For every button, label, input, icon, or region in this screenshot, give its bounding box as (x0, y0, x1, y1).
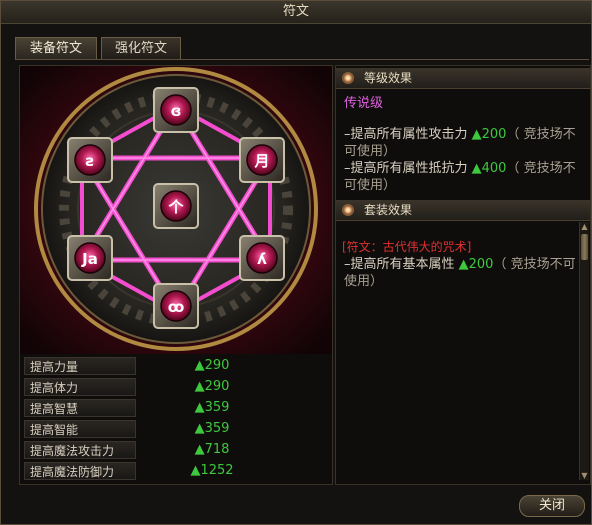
effect-scrollbar[interactable]: ▲ ▼ (579, 222, 589, 480)
rune-panel: ɞ ƨ 月 个 Ja ʎ ꝏ 提高力量 ▲290 提高体力 ▲290 提高智慧 … (19, 65, 333, 485)
level-effect-header: 等级效果 (336, 68, 590, 89)
grade-label: 传说级 (344, 96, 384, 111)
stat-row: 提高力量 ▲290 (22, 356, 330, 377)
rune-slot-top[interactable]: ɞ (153, 87, 199, 133)
orb-icon (342, 204, 354, 216)
rune-window: 符文 装备符文 强化符文 ɞ ƨ 月 个 Ja ʎ ꝏ 提高力量 ▲290 提高… (0, 0, 592, 525)
stat-value: ▲718 (194, 442, 230, 457)
rune-slot-bottom[interactable]: ꝏ (153, 283, 199, 329)
stat-value: ▲290 (194, 379, 230, 394)
rune-slot-lower-right[interactable]: ʎ (239, 235, 285, 281)
tab-enhance-rune[interactable]: 强化符文 (101, 37, 181, 59)
stat-label: 提高智慧 (24, 399, 136, 417)
tab-divider (15, 59, 589, 60)
stat-value: ▲290 (194, 358, 230, 373)
window-title: 符文 (1, 1, 591, 24)
effect-text: –提高所有属性抵抗力 (344, 161, 472, 176)
effect-panel: 等级效果 传说级 –提高所有属性攻击力 ▲200（ 竞技场不可使用） –提高所有… (335, 65, 591, 485)
effect-text: –提高所有基本属性 (344, 257, 459, 272)
close-button[interactable]: 关闭 (519, 495, 585, 517)
stat-label: 提高魔法防御力 (24, 462, 136, 480)
stat-label: 提高体力 (24, 378, 136, 396)
stat-row: 提高体力 ▲290 (22, 377, 330, 398)
rune-glyph-bottom: ꝏ (168, 298, 185, 316)
stat-label: 提高魔法攻击力 (24, 441, 136, 459)
level-effect-line: –提高所有属性抵抗力 ▲400（ 竞技场不可使用） (344, 160, 579, 194)
set-effect-header: 套装效果 (336, 200, 590, 221)
stat-label: 提高智能 (24, 420, 136, 438)
rune-glyph-lower-right: ʎ (257, 250, 267, 268)
set-name: [符文：古代伟大的咒术] (342, 240, 472, 254)
stat-value: ▲359 (194, 421, 230, 436)
effect-text: –提高所有属性攻击力 (344, 127, 472, 142)
rune-glyph-center: 个 (167, 198, 184, 216)
scroll-thumb[interactable] (581, 234, 588, 260)
stat-row: 提高魔法攻击力 ▲718 (22, 440, 330, 461)
tab-equip-rune[interactable]: 装备符文 (15, 37, 97, 59)
stat-row: 提高魔法防御力 ▲1252 (22, 461, 330, 482)
scroll-up-icon[interactable]: ▲ (580, 222, 589, 231)
set-effect-title: 套装效果 (364, 203, 413, 217)
rune-glyph-lower-left: Ja (81, 250, 98, 268)
effect-value: ▲200 (458, 257, 494, 272)
stat-value: ▲359 (194, 400, 230, 415)
scroll-down-icon[interactable]: ▼ (580, 471, 589, 480)
rune-glyph-upper-left: ƨ (86, 152, 95, 170)
rune-glyph-top: ɞ (171, 102, 182, 120)
stat-row: 提高智能 ▲359 (22, 419, 330, 440)
level-effect-title: 等级效果 (364, 71, 413, 85)
stat-label: 提高力量 (24, 357, 136, 375)
rune-slot-center[interactable]: 个 (153, 183, 199, 229)
stat-value: ▲1252 (190, 463, 234, 478)
rune-slot-lower-left[interactable]: Ja (67, 235, 113, 281)
effect-value: ▲200 (471, 127, 507, 142)
rune-glyph-upper-right: 月 (253, 152, 269, 170)
orb-icon (342, 72, 354, 84)
level-effect-line: –提高所有属性攻击力 ▲200（ 竞技场不可使用） (344, 126, 579, 160)
rune-slot-upper-right[interactable]: 月 (239, 137, 285, 183)
stat-row: 提高智慧 ▲359 (22, 398, 330, 419)
stat-list: 提高力量 ▲290 提高体力 ▲290 提高智慧 ▲359 提高智能 ▲359 … (22, 356, 330, 482)
rune-slot-upper-left[interactable]: ƨ (67, 137, 113, 183)
set-effect-line: –提高所有基本属性 ▲200（ 竞技场不可使用） (344, 256, 576, 290)
rune-circle-art: ɞ ƨ 月 个 Ja ʎ ꝏ (20, 66, 332, 354)
effect-value: ▲400 (471, 161, 507, 176)
